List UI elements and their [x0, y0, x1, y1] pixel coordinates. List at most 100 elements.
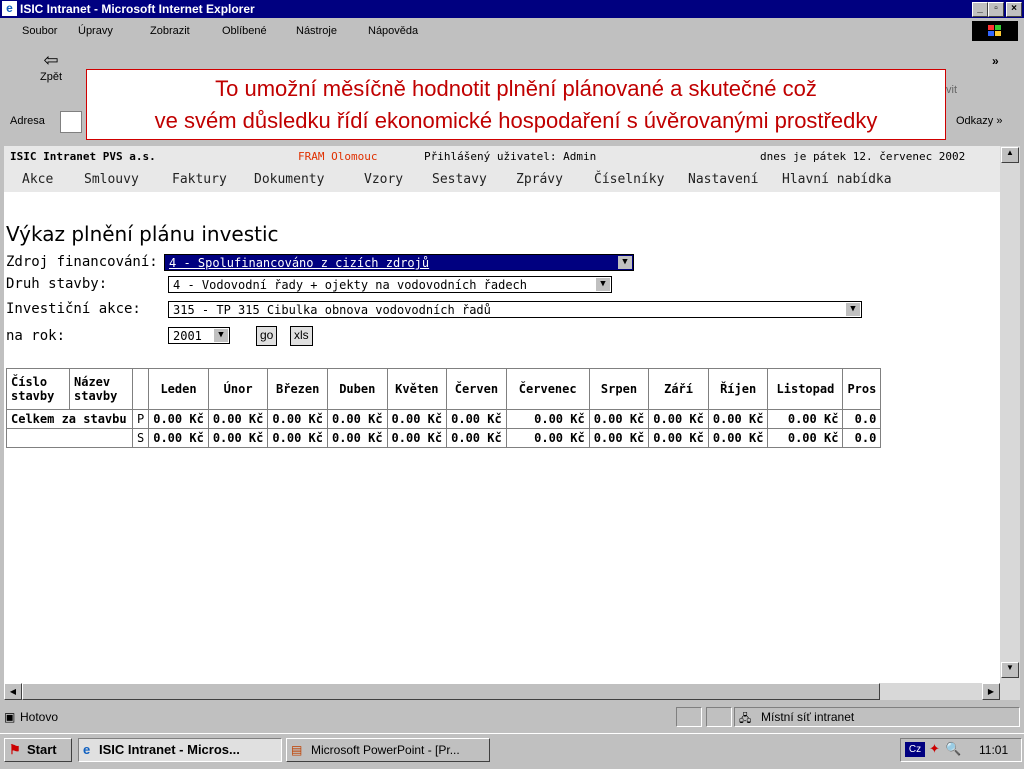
menu-zobrazit[interactable]: Zobrazit	[150, 25, 190, 37]
scroll-right-icon[interactable]: ▶	[982, 683, 1000, 700]
cell-value: 0.00 Kč	[505, 409, 590, 429]
table-header-row: Číslo stavby Název stavby Leden Únor Bře…	[6, 368, 882, 410]
ie-icon: e	[2, 1, 17, 16]
cell-value: 0.00 Kč	[207, 409, 269, 429]
company-name: ISIC Intranet PVS a.s.	[10, 150, 156, 163]
start-button[interactable]: Start ⚑	[4, 738, 72, 762]
cell-value: 0.00 Kč	[326, 428, 388, 448]
cell-value: 0.00 Kč	[267, 428, 328, 448]
cell-value: 0.00 Kč	[707, 409, 769, 429]
cell-value: 0.00 Kč	[707, 428, 769, 448]
col-srpen: Srpen	[588, 368, 650, 410]
zone-panel: 🖧 Místní síť intranet	[734, 707, 1020, 727]
row-label	[6, 428, 133, 448]
nav-hlavni-nabidka[interactable]: Hlavní nabídka	[782, 168, 892, 192]
menu-napoveda[interactable]: Nápověda	[368, 25, 418, 37]
callout-line-1: To umožní měsíčně hodnotit plnění plánov…	[215, 76, 817, 101]
nav-vzory[interactable]: Vzory	[364, 168, 403, 192]
cell-value: 0.00 Kč	[267, 409, 328, 429]
vertical-scrollbar[interactable]: ▲ ▼	[1000, 146, 1020, 700]
back-label: Zpět	[39, 71, 62, 83]
windows-flag-icon: ⚑	[9, 742, 21, 757]
links-label[interactable]: Odkazy »	[956, 115, 1002, 127]
rok-select[interactable]: 2001 ▼	[168, 327, 230, 344]
page-content: ISIC Intranet PVS a.s. FRAM Olomouc Přih…	[4, 146, 1000, 700]
callout-line-2: ve svém důsledku řídí ekonomické hospoda…	[154, 108, 878, 133]
zone-text: Místní síť intranet	[761, 710, 855, 724]
taskbar: Start ⚑ e ISIC Intranet - Micros... ▤ Mi…	[0, 733, 1024, 769]
zdroj-label: Zdroj financování:	[6, 254, 158, 270]
status-text: Hotovo	[20, 710, 59, 724]
cell-value: 0.00 Kč	[446, 428, 507, 448]
page-title: Výkaz plnění plánu investic	[6, 222, 279, 246]
xls-button[interactable]: xls	[290, 326, 313, 346]
col-zari: Září	[648, 368, 709, 410]
page-icon: ▣	[4, 710, 16, 724]
col-brezen: Březen	[267, 368, 328, 410]
cell-value: 0.00 Kč	[588, 428, 650, 448]
cell-value: 0.0	[842, 428, 882, 448]
task-ie-label: ISIC Intranet - Micros...	[99, 742, 240, 757]
toolbar-overflow-icon[interactable]: »	[992, 54, 999, 68]
window-title: ISIC Intranet - Microsoft Internet Explo…	[20, 2, 255, 16]
go-button[interactable]: go	[256, 326, 278, 346]
close-button[interactable]: ×	[1006, 2, 1022, 17]
row-type: P	[131, 409, 150, 429]
chevron-down-icon: ▼	[214, 329, 228, 342]
cell-value: 0.00 Kč	[446, 409, 507, 429]
task-ie[interactable]: e ISIC Intranet - Micros...	[78, 738, 282, 762]
chevron-down-icon: ▼	[846, 303, 860, 316]
app-nav-bar: Akce Smlouvy Faktury Dokumenty Vzory Ses…	[4, 168, 1000, 192]
nav-dokumenty[interactable]: Dokumenty	[254, 168, 324, 192]
druh-value: 4 - Vodovodní řady + ojekty na vodovodní…	[173, 278, 528, 292]
back-button[interactable]: ⇦ Zpět	[34, 50, 68, 98]
clock: 11:01	[979, 743, 1009, 757]
task-powerpoint[interactable]: ▤ Microsoft PowerPoint - [Pr...	[286, 738, 490, 762]
powerpoint-icon: ▤	[291, 743, 303, 757]
nav-smlouvy[interactable]: Smlouvy	[84, 168, 139, 192]
cell-value: 0.00 Kč	[386, 428, 448, 448]
address-input[interactable]	[60, 111, 82, 133]
status-panel	[706, 707, 732, 727]
address-label: Adresa	[10, 115, 45, 127]
menu-oblibene[interactable]: Oblíbené	[222, 25, 267, 37]
cell-value: 0.00 Kč	[148, 428, 209, 448]
nav-faktury[interactable]: Faktury	[172, 168, 227, 192]
zdroj-select[interactable]: 4 - Spolufinancováno z cizích zdrojů ▼	[164, 254, 634, 271]
nav-nastaveni[interactable]: Nastavení	[688, 168, 758, 192]
akce-value: 315 - TP 315 Cibulka obnova vodovodních …	[173, 303, 491, 317]
menu-nastroje[interactable]: Nástroje	[296, 25, 337, 37]
nav-sestavy[interactable]: Sestavy	[432, 168, 487, 192]
tray-app-icon[interactable]: ✦	[929, 741, 940, 757]
language-indicator[interactable]: Cz	[905, 742, 925, 757]
druh-select[interactable]: 4 - Vodovodní řady + ojekty na vodovodní…	[168, 276, 612, 293]
col-duben: Duben	[326, 368, 388, 410]
horizontal-scrollbar[interactable]: ◀ ▶	[4, 683, 1000, 700]
scroll-up-icon[interactable]: ▲	[1001, 147, 1019, 163]
akce-label: Investiční akce:	[6, 301, 141, 317]
scroll-down-icon[interactable]: ▼	[1001, 662, 1019, 678]
table-row: Celkem za stavbu P 0.00 Kč 0.00 Kč 0.00 …	[6, 409, 882, 429]
cell-value: 0.00 Kč	[386, 409, 448, 429]
tray-search-icon[interactable]: 🔍	[945, 741, 961, 757]
maximize-button[interactable]: ▫	[988, 2, 1004, 17]
nav-akce[interactable]: Akce	[22, 168, 53, 192]
cell-value: 0.00 Kč	[505, 428, 590, 448]
menu-upravy[interactable]: Úpravy	[78, 25, 113, 37]
cell-value: 0.00 Kč	[767, 409, 844, 429]
col-nazev: Název stavby	[69, 368, 133, 410]
nav-ciselniky[interactable]: Číselníky	[594, 168, 664, 192]
scroll-thumb[interactable]	[22, 683, 880, 700]
akce-select[interactable]: 315 - TP 315 Cibulka obnova vodovodních …	[168, 301, 862, 318]
cell-value: 0.00 Kč	[648, 409, 709, 429]
nav-zpravy[interactable]: Zprávy	[516, 168, 563, 192]
windows-logo-icon	[972, 21, 1018, 41]
cell-value: 0.00 Kč	[148, 409, 209, 429]
window-title-bar[interactable]: e ISIC Intranet - Microsoft Internet Exp…	[0, 0, 1024, 18]
menu-soubor[interactable]: Soubor	[22, 25, 57, 37]
app-info-bar: ISIC Intranet PVS a.s. FRAM Olomouc Přih…	[4, 146, 1000, 169]
row-type: S	[131, 428, 150, 448]
table-row: S 0.00 Kč 0.00 Kč 0.00 Kč 0.00 Kč 0.00 K…	[6, 428, 882, 448]
scroll-left-icon[interactable]: ◀	[4, 683, 22, 700]
minimize-button[interactable]: _	[972, 2, 988, 17]
